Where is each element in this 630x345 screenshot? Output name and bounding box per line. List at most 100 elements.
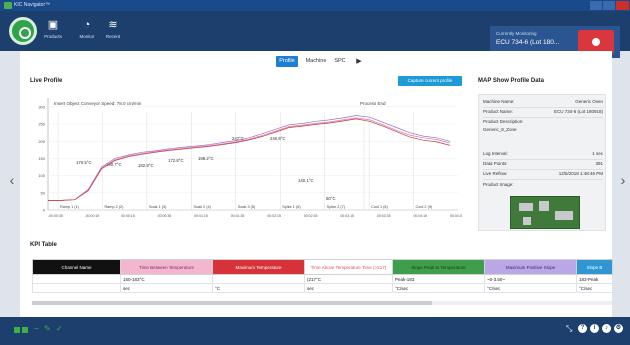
kpi-cell — [212, 274, 305, 284]
nav-monitor-button[interactable]: ◔ Monitor — [74, 14, 100, 48]
scrollbar-thumb[interactable] — [32, 301, 432, 305]
temperature-annotation: 182.8°C — [138, 163, 154, 168]
temperature-annotation: 50°C — [326, 196, 336, 201]
x-tick-label: 00:02:35 — [304, 214, 318, 218]
monitoring-value: ECU 734-6 (Lot 180... — [496, 39, 560, 46]
kic-logo-icon[interactable] — [9, 17, 37, 45]
kpi-cell — [32, 283, 121, 293]
kpi-cell: sec — [304, 283, 393, 293]
kpi-header-cell[interactable]: Slope B — [576, 259, 613, 275]
info-icon[interactable]: i — [590, 324, 599, 333]
kpi-cell: °C/sec — [392, 283, 485, 293]
info-row: Data Points: 391 — [483, 161, 603, 170]
process-end-label: Process End — [360, 101, 386, 106]
kpi-cell: 183-Peak — [576, 274, 613, 284]
tab-profile[interactable]: Profile — [276, 56, 298, 67]
tab-spc[interactable]: SPC — [333, 56, 347, 67]
nav-monitor-label: Monitor — [79, 34, 95, 39]
nav-products-button[interactable]: ▣ Products — [40, 14, 66, 48]
x-tick-label: 00:03:35 — [377, 214, 391, 218]
zone-label: Ramp 1 (1) — [60, 205, 80, 209]
bell-icon[interactable]: ♪ — [602, 324, 611, 333]
zone-label: Soak 1 (3) — [149, 205, 167, 209]
series-line — [48, 117, 451, 201]
info-row: Log Interval: 1 sec — [483, 151, 603, 160]
zone-label: Ramp 2 (2) — [104, 205, 124, 209]
kpi-header-cell[interactable]: Slope Peak to Temperature — [392, 259, 485, 275]
kpi-cell: °C/sec — [484, 283, 577, 293]
x-tick-label: 00:01:15 — [194, 214, 208, 218]
y-tick-label: 50 — [41, 190, 46, 195]
kpi-table: Channel Name Time Between Temperature Maxi… — [32, 259, 613, 293]
map-panel-title: MAP Show Profile Data — [478, 78, 544, 84]
x-tick-label: 00:01:35 — [231, 214, 245, 218]
zone-label: Soak 3 (5) — [238, 205, 256, 209]
x-tick-label: 00:04:35 — [450, 214, 462, 218]
next-page-arrow-icon[interactable]: › — [617, 170, 629, 190]
tab-machine[interactable]: Machine — [303, 56, 329, 67]
info-row: Product Name: ECU 734-6 (Lot 180918) — [483, 109, 603, 118]
kpi-horizontal-scrollbar[interactable] — [32, 301, 612, 305]
window-titlebar: KIC Navigator™ — [0, 0, 630, 11]
grid-icon[interactable] — [14, 327, 20, 333]
gauge-icon: ◔ — [83, 19, 91, 31]
nav-recent-button[interactable]: ≋ Recent — [100, 14, 126, 48]
kpi-header-cell[interactable]: Channel Name — [32, 259, 121, 275]
x-tick-label: 00:03:15 — [340, 214, 354, 218]
grid-icon[interactable] — [22, 327, 28, 333]
kpi-header-cell[interactable]: Time Between Temperature — [120, 259, 213, 275]
close-button[interactable] — [616, 1, 629, 10]
checkmark-icon[interactable]: ✓ — [56, 324, 63, 333]
nav-products-label: Products — [44, 34, 62, 39]
chart-icon: ≋ — [108, 19, 118, 31]
kpi-header-row: Channel Name Time Between Temperature Maxi… — [32, 259, 613, 275]
y-tick-label: 100 — [38, 173, 45, 178]
minus-icon[interactable]: − — [34, 324, 39, 333]
kpi-header-cell[interactable]: Maximum Positive Slope — [484, 259, 577, 275]
kpi-header-cell[interactable]: Time Above Temperature Time (>217) — [304, 259, 393, 275]
capture-profile-button[interactable]: Capture current profile — [398, 76, 462, 86]
pencil-icon[interactable]: ✎ — [44, 324, 51, 333]
y-tick-label: 250 — [38, 122, 45, 127]
x-tick-label: 00:04:15 — [413, 214, 427, 218]
minimize-button[interactable] — [590, 1, 602, 10]
temperature-annotation: 198.2°C — [198, 156, 214, 161]
nav-recent-label: Recent — [105, 34, 121, 39]
app-logo-icon — [4, 2, 12, 9]
app-header: ▣ Products ◔ Monitor ≋ Recent Currently … — [0, 11, 630, 58]
monitoring-title: Currently Monitoring — [496, 31, 537, 36]
play-icon[interactable]: ▶ — [354, 56, 364, 67]
previous-page-arrow-icon[interactable]: ‹ — [6, 170, 18, 190]
kpi-cell: (217°C — [304, 274, 393, 284]
info-row: Machine Name: Generic Oven — [483, 99, 603, 108]
kpi-header-cell[interactable]: Maximum Temperature — [212, 259, 305, 275]
kpi-row: 150-183°C (217°C Peak-183 ~0-3.50~ 183-Peak — [32, 274, 613, 284]
temperature-annotation: 170.5°C — [76, 160, 92, 165]
box-icon: ▣ — [47, 19, 59, 31]
zone-label: Spike 1 (6) — [282, 205, 301, 209]
x-tick-label: 00:00:35 — [158, 214, 172, 218]
x-tick-label: -00:00:15 — [85, 214, 100, 218]
kpi-cell: Peak-183 — [392, 274, 485, 284]
expand-icon[interactable]: ⤡ — [566, 324, 572, 334]
live-profile-title: Live Profile — [30, 78, 63, 84]
window-title: KIC Navigator™ — [14, 2, 51, 8]
temperature-annotation: 140.1°C — [298, 178, 314, 183]
temperature-annotation: 240.8°C — [270, 136, 286, 141]
conveyor-note: Insert Object Conveyor Speed: 78.0 cm/mi… — [54, 101, 142, 106]
kpi-cell: ~0-3.50~ — [484, 274, 577, 284]
maximize-button[interactable] — [603, 1, 615, 10]
kpi-table-title: KPI Table — [30, 242, 57, 248]
live-profile-chart: Insert Object Conveyor Speed: 78.0 cm/mi… — [38, 98, 462, 218]
help-icon[interactable]: ? — [578, 324, 587, 333]
zone-label: Cool 1 (8) — [371, 205, 388, 209]
gear-icon[interactable]: ⚙ — [614, 324, 623, 333]
kpi-row: sec °C sec °C/sec °C/sec °C/sec — [32, 283, 613, 293]
y-tick-label: 200 — [38, 139, 45, 144]
series-line — [48, 118, 451, 201]
kpi-cell: sec — [120, 283, 213, 293]
kpi-cell — [32, 274, 121, 284]
temperature-annotation: 172.8°C — [168, 158, 184, 163]
x-tick-label: -00:00:35 — [48, 214, 63, 218]
product-board-image — [510, 196, 580, 229]
